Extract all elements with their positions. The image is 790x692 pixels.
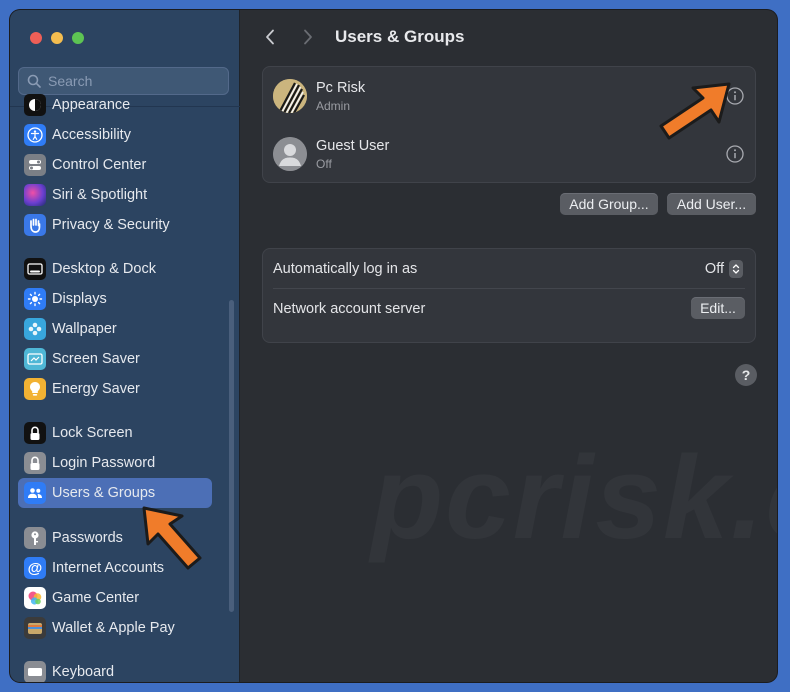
network-server-row: Network account server — [263, 289, 755, 329]
sidebar-item-label: Control Center — [52, 157, 147, 173]
avatar — [273, 79, 307, 113]
page-title: Users & Groups — [335, 27, 465, 46]
user-info: Pc Risk Admin — [316, 80, 365, 113]
sidebar-item-label: Wallpaper — [52, 321, 117, 337]
auto-login-row: Automatically log in as Off — [263, 249, 755, 289]
appearance-icon — [24, 94, 46, 116]
user-name: Pc Risk — [316, 79, 366, 96]
login-settings-card: Automatically log in as Off Network acco… — [262, 248, 756, 343]
sidebar-scrollbar[interactable] — [229, 300, 234, 612]
sidebar-item-keyboard[interactable]: Keyboard — [18, 657, 212, 682]
siri-icon — [24, 184, 46, 206]
hand-icon — [24, 214, 46, 236]
zoom-button[interactable] — [72, 32, 84, 44]
sidebar: Search Appearance Accessibility Control … — [10, 10, 240, 682]
user-name: Guest User — [316, 137, 390, 154]
dock-icon — [24, 258, 46, 280]
sidebar-item-label: Users & Groups — [52, 485, 156, 501]
control-center-icon — [24, 154, 46, 176]
sidebar-item-wallet-apple-pay[interactable]: Wallet & Apple Pay — [18, 613, 212, 643]
sidebar-item-screen-saver[interactable]: Screen Saver — [18, 344, 212, 374]
sidebar-item-label: Siri & Spotlight — [52, 187, 148, 203]
sidebar-item-siri-spotlight[interactable]: Siri & Spotlight — [18, 180, 212, 210]
user-role: Off — [316, 156, 332, 171]
sidebar-item-wallpaper[interactable]: Wallpaper — [18, 314, 212, 344]
info-icon — [726, 145, 744, 163]
padlock-icon — [24, 452, 46, 474]
game-center-icon — [24, 587, 46, 609]
sidebar-item-energy-saver[interactable]: Energy Saver — [18, 374, 212, 404]
user-info: Guest User Off — [316, 138, 389, 171]
sidebar-item-control-center[interactable]: Control Center — [18, 150, 212, 180]
sidebar-item-displays[interactable]: Displays — [18, 284, 212, 314]
sidebar-item-label: Displays — [52, 291, 107, 307]
lock-icon — [24, 422, 46, 444]
add-group-button[interactable]: Add Group... — [560, 193, 658, 215]
search-placeholder: Search — [48, 73, 93, 89]
sidebar-item-privacy-security[interactable]: Privacy & Security — [18, 210, 212, 240]
sidebar-item-login-password[interactable]: Login Password — [18, 448, 212, 478]
user-role: Admin — [316, 98, 351, 113]
auto-login-value: Off — [704, 261, 724, 277]
sidebar-item-label: Game Center — [52, 590, 140, 606]
auto-login-popup[interactable]: Off — [705, 260, 743, 278]
chevron-right-icon — [304, 29, 312, 45]
sidebar-item-game-center[interactable]: Game Center — [18, 583, 212, 613]
sidebar-item-label: Login Password — [52, 455, 156, 471]
updown-chevron-icon — [729, 260, 743, 278]
sidebar-item-label: Privacy & Security — [52, 217, 170, 233]
forward-button[interactable] — [297, 26, 319, 48]
sidebar-item-lock-screen[interactable]: Lock Screen — [18, 418, 212, 448]
chevron-left-icon — [266, 29, 274, 45]
search-icon — [27, 74, 41, 88]
sun-icon — [24, 288, 46, 310]
at-icon: @ — [24, 557, 46, 579]
sidebar-item-desktop-dock[interactable]: Desktop & Dock — [18, 254, 212, 284]
sidebar-item-label: Appearance — [52, 97, 131, 113]
wallet-icon — [24, 617, 46, 639]
main-pane: pcrisk.com Users & Groups Pc Risk Admin — [241, 10, 777, 682]
screen-saver-icon — [24, 348, 46, 370]
minimize-button[interactable] — [51, 32, 63, 44]
flower-icon — [24, 318, 46, 340]
close-button[interactable] — [30, 32, 42, 44]
sidebar-item-accessibility[interactable]: Accessibility — [18, 120, 212, 150]
sidebar-item-label: Lock Screen — [52, 425, 133, 441]
network-server-label: Network account server — [273, 301, 426, 317]
auto-login-label: Automatically log in as — [273, 261, 418, 277]
bulb-icon — [24, 378, 46, 400]
sidebar-item-label: Wallet & Apple Pay — [52, 620, 175, 636]
accessibility-icon — [24, 124, 46, 146]
sidebar-item-appearance[interactable]: Appearance — [18, 90, 212, 120]
watermark: pcrisk.com — [371, 430, 777, 566]
users-icon — [24, 482, 46, 504]
annotation-arrow — [142, 506, 202, 570]
settings-window: Search Appearance Accessibility Control … — [10, 10, 777, 682]
sidebar-item-label: Energy Saver — [52, 381, 140, 397]
key-icon — [24, 527, 46, 549]
guest-avatar-icon — [273, 137, 307, 171]
guest-info-button[interactable] — [725, 144, 745, 164]
sidebar-item-label: Keyboard — [52, 664, 115, 680]
add-user-button[interactable]: Add User... — [667, 193, 756, 215]
annotation-arrow — [659, 82, 731, 140]
sidebar-item-label: Screen Saver — [52, 351, 140, 367]
keyboard-icon — [24, 661, 46, 682]
sidebar-item-label: Accessibility — [52, 127, 131, 143]
sidebar-item-label: Desktop & Dock — [52, 261, 156, 277]
edit-button[interactable]: Edit... — [691, 297, 745, 319]
help-button[interactable]: ? — [735, 364, 757, 386]
sidebar-item-label: Passwords — [52, 530, 123, 546]
traffic-lights — [30, 32, 84, 44]
back-button[interactable] — [259, 26, 281, 48]
